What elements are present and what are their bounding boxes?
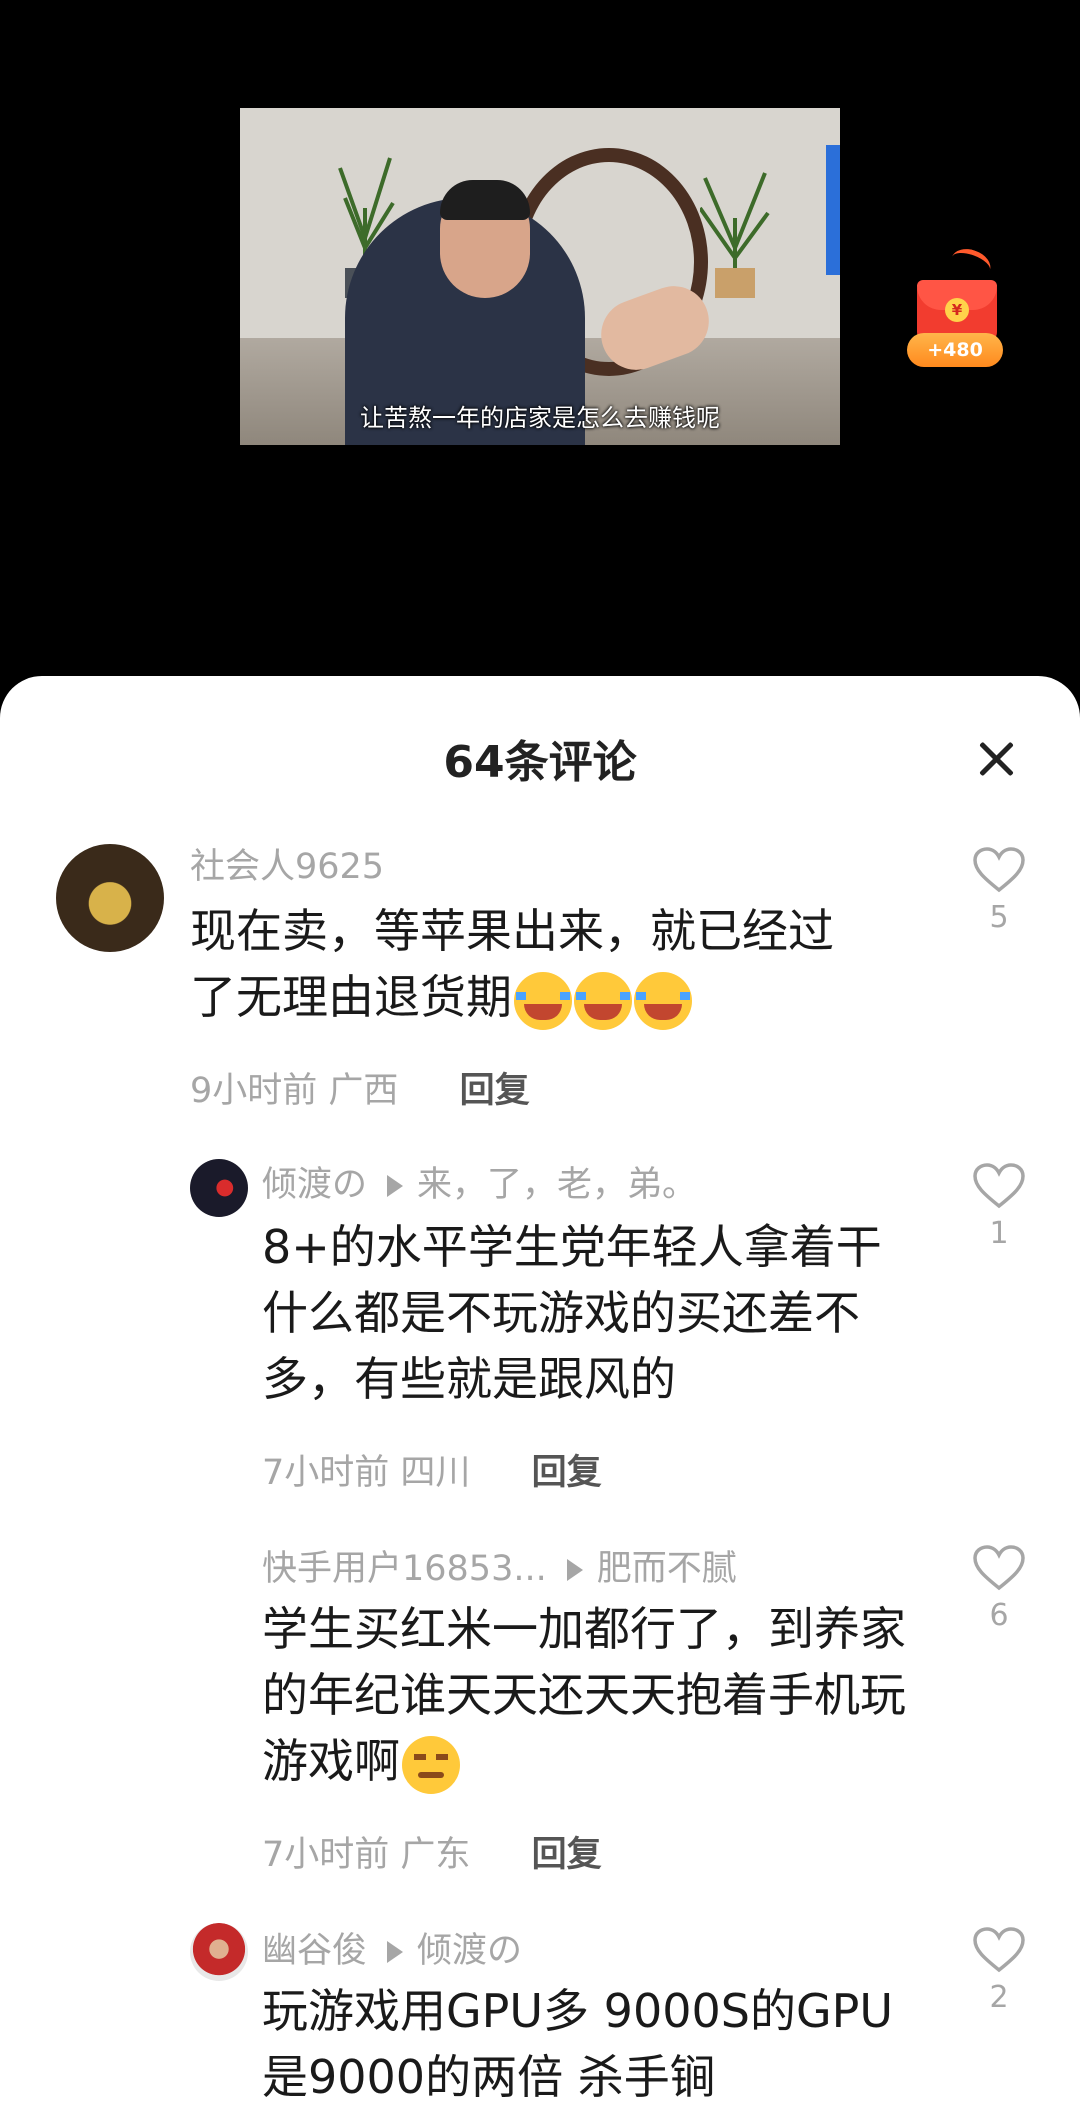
red-packet-amount: +480 bbox=[907, 333, 1003, 367]
comment-username[interactable]: 幽谷俊 倾渡の bbox=[262, 1922, 522, 1973]
comment-location: 四川 bbox=[400, 1453, 471, 1493]
heart-icon bbox=[973, 1545, 1025, 1591]
comment-location: 广西 bbox=[328, 1071, 399, 1111]
red-packet-widget[interactable]: ¥ +480 bbox=[905, 243, 1005, 375]
crying-emoji-icon bbox=[634, 971, 692, 1030]
comment-time: 7小时前 bbox=[262, 1453, 390, 1493]
comment-text: 学生买红米一加都行了，到养家的年纪谁天天还天天抱着手机玩游戏啊 bbox=[262, 1596, 912, 1794]
reply-to-username[interactable]: 倾渡の bbox=[417, 1931, 522, 1971]
comment-username[interactable]: 社会人9625 bbox=[190, 838, 384, 889]
close-icon[interactable] bbox=[975, 738, 1017, 780]
comment-username-text[interactable]: 快手用户16853... bbox=[262, 1549, 547, 1589]
comment-time: 7小时前 bbox=[262, 1835, 390, 1875]
reply-arrow-icon bbox=[387, 1941, 404, 1963]
crying-emoji-icon bbox=[514, 971, 572, 1030]
reply-to-username[interactable]: 肥而不腻 bbox=[597, 1549, 737, 1589]
comments-sheet: 64条评论 社会人9625 现在卖，等苹果出来，就已经过了无理由退货期 9小时前… bbox=[0, 676, 1080, 2111]
crying-emoji-icon bbox=[574, 971, 632, 1030]
reply-button[interactable]: 回复 bbox=[460, 1071, 530, 1111]
comment-text-content: 现在卖，等苹果出来，就已经过了无理由退货期 bbox=[190, 904, 834, 1024]
video-frame[interactable]: 让苦熬一年的店家是怎么去赚钱呢 bbox=[240, 108, 840, 445]
video-plant-right bbox=[700, 172, 770, 298]
comment-location: 广东 bbox=[400, 1835, 471, 1875]
like-count: 6 bbox=[989, 1598, 1009, 1633]
reply-button[interactable]: 回复 bbox=[532, 1453, 602, 1493]
comment-time: 9小时前 bbox=[190, 1071, 318, 1111]
heart-icon bbox=[973, 1163, 1025, 1209]
reply-arrow-icon bbox=[387, 1175, 404, 1197]
like-button[interactable]: 5 bbox=[972, 846, 1026, 935]
avatar[interactable] bbox=[56, 844, 164, 952]
avatar[interactable] bbox=[190, 1159, 248, 1217]
comment-meta: 7小时前 四川 回复 bbox=[262, 1444, 602, 1495]
heart-icon bbox=[973, 1927, 1025, 1973]
heart-icon bbox=[973, 847, 1025, 893]
smirk-emoji-icon bbox=[402, 1735, 460, 1794]
comment-meta: 9小时前 广西 回复 bbox=[190, 1062, 530, 1113]
like-button[interactable]: 6 bbox=[972, 1544, 1026, 1633]
comment-text-content: 学生买红米一加都行了，到养家的年纪谁天天还天天抱着手机玩游戏啊 bbox=[262, 1602, 906, 1788]
reply-button[interactable]: 回复 bbox=[532, 1835, 602, 1875]
like-count: 5 bbox=[989, 900, 1009, 935]
video-subtitle: 让苦熬一年的店家是怎么去赚钱呢 bbox=[360, 404, 720, 432]
comment-text: 8+的水平学生党年轻人拿着干什么都是不玩游戏的买还差不多，有些就是跟风的 bbox=[262, 1220, 882, 1406]
reply-to-username[interactable]: 来，了，老，弟。 bbox=[417, 1165, 697, 1205]
video-person-hair bbox=[440, 180, 530, 220]
avatar[interactable] bbox=[190, 1923, 248, 1981]
like-button[interactable]: 1 bbox=[972, 1162, 1026, 1251]
red-packet-progress-arc bbox=[947, 243, 995, 284]
comments-count-title: 64条评论 bbox=[443, 737, 637, 788]
comment-meta: 7小时前 广东 回复 bbox=[262, 1826, 602, 1877]
comment-text: 现在卖，等苹果出来，就已经过了无理由退货期 bbox=[190, 898, 840, 1030]
comment-username-text[interactable]: 倾渡の bbox=[262, 1165, 367, 1205]
comment-text: 玩游戏用GPU多 9000S的GPU是9000的两倍 杀手锏 bbox=[262, 1984, 893, 2104]
video-player[interactable]: 让苦熬一年的店家是怎么去赚钱呢 ¥ +480 bbox=[0, 0, 1080, 690]
like-count: 1 bbox=[989, 1216, 1009, 1251]
like-button[interactable]: 2 bbox=[972, 1926, 1026, 2015]
like-count: 2 bbox=[989, 1980, 1009, 2015]
comment-username[interactable]: 快手用户16853... 肥而不腻 bbox=[262, 1540, 737, 1591]
video-edge-strip bbox=[826, 145, 840, 275]
reply-arrow-icon bbox=[566, 1559, 583, 1581]
comment-username[interactable]: 倾渡の 来，了，老，弟。 bbox=[262, 1156, 697, 1207]
comment-username-text[interactable]: 幽谷俊 bbox=[262, 1931, 367, 1971]
red-packet-coin: ¥ bbox=[945, 298, 969, 322]
